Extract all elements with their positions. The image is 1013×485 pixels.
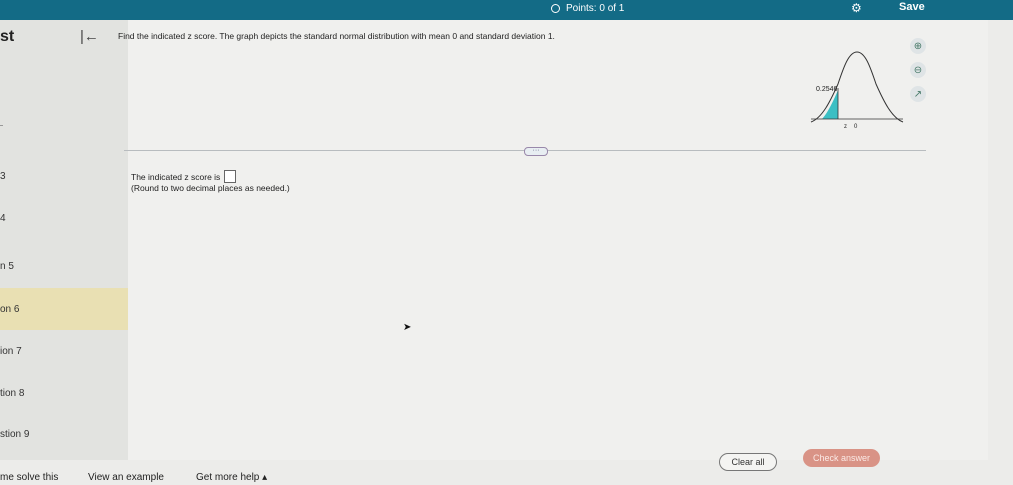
sidebar-item-label: ion 7 (0, 345, 22, 357)
caret-up-icon: ▴ (262, 472, 268, 483)
points-text: Points: 0 of 1 (566, 2, 625, 14)
sidebar-item-label: n 5 (0, 260, 14, 272)
clear-all-button[interactable]: Clear all (719, 453, 777, 471)
zoom-in-icon[interactable]: ⊕ (910, 38, 926, 54)
popout-icon[interactable]: ↗ (910, 86, 926, 102)
radio-icon (551, 3, 560, 13)
normal-distribution-graph: 0.2546 z 0 (810, 51, 904, 130)
zero-tick-label: 0 (854, 124, 858, 130)
sidebar-item-3[interactable]: 3 (0, 155, 128, 197)
check-answer-button[interactable]: Check answer (803, 449, 880, 467)
shaded-area (822, 90, 838, 119)
points-indicator: Points: 0 of 1 (551, 1, 624, 15)
help-me-solve-button[interactable]: me solve this (0, 472, 58, 483)
top-bar: Points: 0 of 1 ⚙ Save (0, 0, 1013, 20)
mouse-cursor-icon: ➤ (403, 322, 412, 333)
save-button[interactable]: Save (899, 1, 925, 13)
shaded-area-label: 0.2546 (816, 86, 838, 93)
answer-prefix: The indicated z score is (131, 171, 221, 182)
collapse-icon[interactable]: |← (80, 28, 99, 45)
sidebar-item-9[interactable]: stion 9 (0, 413, 128, 455)
rounding-hint: (Round to two decimal places as needed.) (131, 183, 290, 193)
answer-row: The indicated z score is (131, 170, 237, 183)
z-tick-label: z (844, 124, 847, 130)
sidebar-item-4[interactable]: 4 (0, 197, 128, 239)
gear-icon[interactable]: ⚙ (851, 1, 862, 15)
sidebar-item-5[interactable]: n 5 (0, 245, 128, 287)
sidebar-item-label: on 6 (0, 303, 20, 315)
sidebar-item-6[interactable]: on 6 (0, 288, 128, 330)
sidebar-item-label: stion 9 (0, 428, 30, 440)
sidebar-item-label: tion 8 (0, 387, 25, 399)
zoom-out-icon[interactable]: ⊖ (910, 62, 926, 78)
question-prompt: Find the indicated z score. The graph de… (118, 31, 555, 41)
sidebar-divider (0, 125, 3, 126)
view-example-button[interactable]: View an example (88, 472, 164, 483)
answer-input[interactable] (224, 170, 237, 183)
sidebar-item-8[interactable]: tion 8 (0, 372, 128, 414)
sidebar-item-label: 4 (0, 212, 6, 224)
get-more-help-button[interactable]: Get more help ▴ (196, 472, 267, 483)
more-button[interactable]: ··· (524, 147, 548, 156)
sidebar-item-label: 3 (0, 170, 6, 182)
sidebar-item-7[interactable]: ion 7 (0, 330, 128, 372)
sidebar-title: st (0, 28, 15, 45)
graph-tools: ⊕ ⊖ ↗ (910, 38, 926, 102)
get-more-help-label: Get more help (196, 472, 260, 483)
